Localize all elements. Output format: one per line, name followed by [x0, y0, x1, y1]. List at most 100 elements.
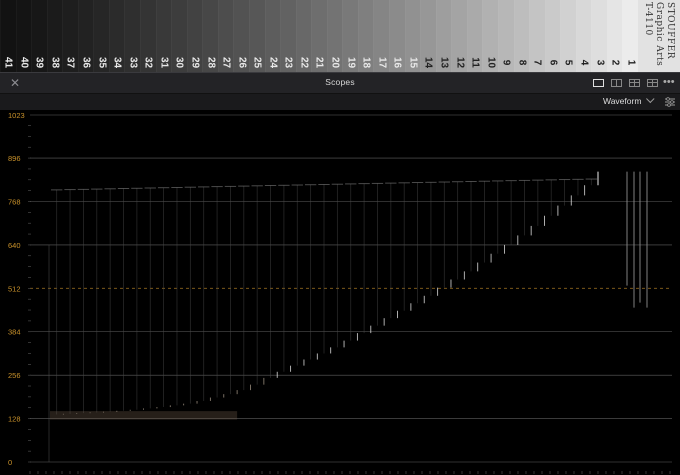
chevron-down-icon	[645, 94, 655, 104]
scope-type-dropdown[interactable]: Waveform	[603, 94, 655, 108]
wedge-step: 11	[466, 0, 483, 72]
wedge-step: 30	[171, 0, 187, 72]
wedge-step: 3	[591, 0, 607, 72]
wedge-step: 14	[420, 0, 436, 72]
wedge-step: 29	[186, 0, 203, 72]
wedge-step-number: 19	[345, 56, 357, 69]
wedge-step-number: 40	[18, 56, 30, 69]
wedge-step: 13	[435, 0, 452, 72]
wedge-step-number: 9	[500, 59, 512, 66]
wedge-step: 27	[217, 0, 234, 72]
y-tick-label: 640	[8, 241, 21, 250]
wedge-step-number: 20	[329, 56, 341, 69]
wedge-step-number: 8	[516, 59, 528, 66]
y-tick-label: 384	[8, 328, 21, 337]
wedge-step-number: 17	[376, 56, 388, 69]
wedge-step-number: 30	[173, 56, 185, 69]
brand-line: Graphic Arts	[654, 2, 664, 67]
wedge-step-number: 36	[80, 56, 92, 69]
axis-labels: 0 128 256 384 512 640 768 896 1023	[8, 111, 25, 467]
wedge-step: 41	[0, 0, 16, 72]
layout-two-up-icon[interactable]	[611, 79, 622, 87]
y-tick-label: 128	[8, 415, 21, 424]
y-tick-label: 0	[8, 458, 12, 467]
wedge-step-number: 6	[547, 59, 559, 66]
wedge-step-number: 26	[236, 56, 248, 69]
wedge-step: 32	[140, 0, 156, 72]
wedge-step: 24	[264, 0, 281, 72]
wedge-step: 37	[62, 0, 78, 72]
wedge-step-number: 15	[407, 56, 419, 69]
wedge-step: 20	[326, 0, 343, 72]
more-options-button[interactable]: •••	[663, 76, 679, 90]
wedge-step: 10	[482, 0, 498, 72]
y-tick-label: 1023	[8, 111, 25, 120]
wedge-step: 39	[31, 0, 47, 72]
layout-single-icon[interactable]	[593, 79, 604, 87]
y-tick-label: 256	[8, 371, 21, 380]
wedge-step-number: 7	[531, 59, 543, 66]
wedge-step-number: 24	[267, 56, 279, 69]
wedge-step-number: 28	[205, 56, 217, 69]
wedge-step-number: 12	[454, 56, 466, 69]
layout-quad-icon[interactable]	[647, 79, 658, 87]
wedge-step-number: 25	[251, 56, 263, 69]
grid-layer	[28, 114, 672, 474]
scopes-panel-header: ✕ Scopes •••	[0, 72, 680, 94]
wedge-step-number: 16	[391, 56, 403, 69]
layout-three-up-icon[interactable]	[629, 79, 640, 87]
y-tick-label: 896	[8, 154, 21, 163]
wedge-step: 18	[357, 0, 374, 72]
wedge-step-number: 14	[422, 56, 434, 69]
panel-title: Scopes	[325, 77, 355, 87]
brand-line: STOUFFER	[665, 2, 675, 59]
wedge-step: 28	[202, 0, 218, 72]
scope-type-label: Waveform	[603, 96, 642, 106]
wedge-step-number: 5	[562, 59, 574, 66]
wedge-step: 2	[606, 0, 623, 72]
wedge-step-number: 39	[33, 56, 45, 69]
wedge-step: 17	[373, 0, 389, 72]
wedge-step: 6	[544, 0, 561, 72]
wedge-step-number: 10	[485, 56, 497, 69]
wedge-step: 9	[497, 0, 514, 72]
wedge-step-number: 33	[127, 56, 139, 69]
wedge-step: 4	[575, 0, 592, 72]
sliders-icon[interactable]	[664, 96, 676, 108]
wedge-step-number: 22	[298, 56, 310, 69]
wedge-brand-label: STOUFFER Graphic Arts T-4110	[638, 0, 680, 72]
wedge-step: 25	[248, 0, 265, 72]
wedge-step: 26	[233, 0, 249, 72]
wedge-step: 5	[560, 0, 576, 72]
wedge-step: 19	[342, 0, 358, 72]
wedge-step-number: 32	[142, 56, 154, 69]
wedge-step-number: 31	[158, 56, 170, 69]
wedge-step-number: 37	[64, 56, 76, 69]
wedge-step-number: 34	[111, 56, 123, 69]
wedge-step: 21	[311, 0, 327, 72]
brand-text: STOUFFER Graphic Arts T-4110	[642, 2, 675, 66]
wedge-step: 16	[389, 0, 405, 72]
wedge-step: 12	[451, 0, 467, 72]
brand-line: T-4110	[643, 2, 653, 36]
step-wedge-image: 1 2 3 4 5 6 7 8 9 10 11 12 13 14 15 16 17 18 19 20 21 22 23 24 2…	[0, 0, 680, 72]
wedge-step-number: 4	[578, 59, 590, 66]
wedge-step-number: 21	[313, 56, 325, 69]
wedge-step-number: 18	[360, 56, 372, 69]
y-tick-label: 512	[8, 284, 21, 293]
wedge-steps: 1 2 3 4 5 6 7 8 9 10 11 12 13 14 15 16 17 18 19 20 21 22 23 24 2…	[0, 0, 638, 72]
wedge-step: 40	[15, 0, 32, 72]
wedge-step-number: 11	[469, 57, 481, 68]
scope-toolbar: Waveform	[0, 94, 680, 110]
wedge-step: 23	[280, 0, 296, 72]
wedge-step: 36	[77, 0, 94, 72]
wedge-step-number: 35	[96, 56, 108, 69]
y-tick-label: 768	[8, 197, 21, 206]
wedge-step: 38	[46, 0, 63, 72]
wedge-step-number: 41	[2, 56, 14, 69]
wedge-step: 8	[513, 0, 530, 72]
wedge-step-number: 2	[609, 59, 621, 66]
wedge-step-number: 27	[220, 56, 232, 69]
wedge-step: 7	[529, 0, 545, 72]
wedge-step-number: 29	[189, 56, 201, 69]
